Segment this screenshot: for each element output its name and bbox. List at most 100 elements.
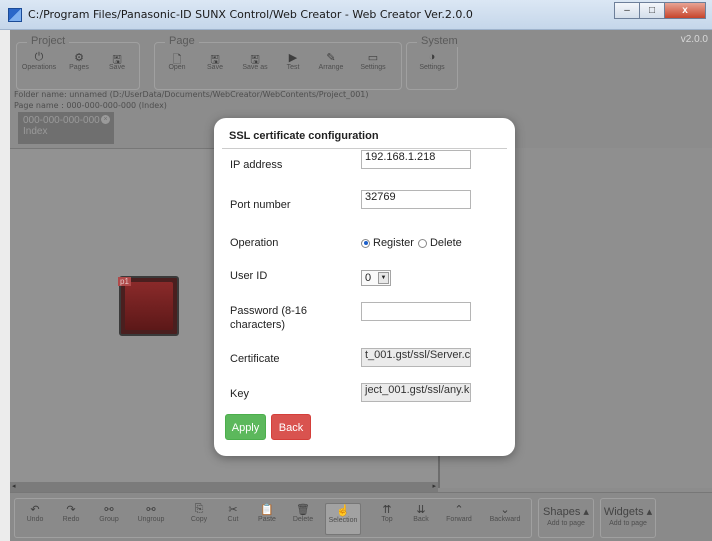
test-button[interactable]: ▶ Test xyxy=(275,51,311,71)
user-id-select[interactable]: 0 ▼ xyxy=(361,270,391,286)
register-label: Register xyxy=(373,237,414,249)
widgets-button[interactable]: Widgets ▴ Add to page xyxy=(600,498,656,538)
gear-icon: ⚙ xyxy=(74,52,84,64)
back-button[interactable]: Back xyxy=(271,414,311,440)
project-save-button[interactable]: 🖫 Save xyxy=(99,51,135,71)
save-as-button[interactable]: 🖫 Save as xyxy=(237,51,273,71)
window-controls: – □ x xyxy=(614,2,706,19)
system-group: System ◑ Settings xyxy=(406,35,462,90)
scroll-left-icon[interactable]: ◂ xyxy=(12,482,16,490)
copy-button[interactable]: ⎘ Copy xyxy=(183,503,215,523)
undo-button[interactable]: ↶ Undo xyxy=(19,503,51,523)
monitor-icon: ▭ xyxy=(367,52,379,64)
save-icon: 🖫 xyxy=(210,54,220,66)
operation-label: Operation xyxy=(230,237,279,249)
chevron-down-icon: ▼ xyxy=(378,272,389,284)
ungroup-button[interactable]: ⚯ Ungroup xyxy=(135,503,167,523)
user-id-value: 0 xyxy=(365,272,372,284)
top-button[interactable]: ⇈ Top xyxy=(371,503,403,523)
widget-face xyxy=(125,282,173,330)
operations-button[interactable]: ⏻ Operations xyxy=(21,51,57,71)
group-icon: ⚯ xyxy=(104,504,114,516)
key-field[interactable]: ject_001.gst/ssl/any.key xyxy=(361,383,471,402)
close-tab-icon[interactable]: × xyxy=(101,115,110,124)
page-tab[interactable]: 000-000-000-000 Index × xyxy=(18,112,114,144)
minimize-button[interactable]: – xyxy=(614,2,640,19)
selection-button[interactable]: ☝ Selection xyxy=(325,503,361,535)
widgets-sub: Add to page xyxy=(609,520,647,527)
system-settings-button[interactable]: ◑ Settings xyxy=(414,51,450,71)
page-group: Page 🗋 Open 🖫 Save 🖫 Save as ▶ Test ✎ Arrange… xyxy=(154,35,402,90)
edit-icon: ✎ xyxy=(326,52,336,64)
open-button[interactable]: 🗋 Open xyxy=(159,51,195,71)
group-button[interactable]: ⚯ Group xyxy=(93,503,125,523)
paste-button[interactable]: 📋 Paste xyxy=(251,503,283,523)
certificate-label: Certificate xyxy=(230,353,280,365)
pages-button[interactable]: ⚙ Pages xyxy=(61,51,97,71)
bottom-toolbar: ↶ Undo ↷ Redo ⚯ Group ⚯ Ungroup ⎘ Copy ✂ Cut 📋… xyxy=(10,492,712,541)
scissors-icon: ✂ xyxy=(228,504,238,516)
delete-button[interactable]: 🗑 Delete xyxy=(287,503,319,523)
play-icon: ▶ xyxy=(288,52,298,64)
apply-button[interactable]: Apply xyxy=(225,414,266,440)
hand-pointer-icon: ☝ xyxy=(336,505,350,517)
system-group-title: System xyxy=(417,35,462,47)
arrange-button[interactable]: ✎ Arrange xyxy=(313,51,349,71)
register-radio[interactable] xyxy=(361,238,370,248)
undo-icon: ↶ xyxy=(30,504,40,516)
save-as-icon: 🖫 xyxy=(250,54,260,66)
file-icon: 🗋 xyxy=(172,54,182,66)
forward-button[interactable]: ⌃ Forward xyxy=(443,503,475,523)
trash-icon: 🗑 xyxy=(296,504,310,516)
shapes-sub: Add to page xyxy=(547,520,585,527)
password-label: Password (8-16 characters) xyxy=(230,305,308,331)
page-group-title: Page xyxy=(165,35,199,47)
copy-icon: ⎘ xyxy=(194,503,204,515)
project-group-title: Project xyxy=(27,35,70,47)
scroll-right-icon[interactable]: ▸ xyxy=(432,482,436,490)
app-icon xyxy=(8,8,22,22)
clipboard-icon: 📋 xyxy=(260,504,274,516)
widgets-label: Widgets ▴ xyxy=(603,506,653,518)
delete-radio[interactable] xyxy=(417,238,427,248)
redo-button[interactable]: ↷ Redo xyxy=(55,503,87,523)
user-id-label: User ID xyxy=(230,270,268,282)
version-label: v2.0.0 xyxy=(680,34,708,45)
page-tab-name: Index xyxy=(23,126,48,137)
ip-address-input[interactable]: 192.168.1.218 xyxy=(361,150,471,169)
project-group: Project ⏻ Operations ⚙ Pages 🖫 Save xyxy=(16,35,140,90)
power-icon: ⏻ xyxy=(34,51,44,63)
shapes-label: Shapes ▴ xyxy=(543,506,589,518)
shapes-button[interactable]: Shapes ▴ Add to page xyxy=(538,498,594,538)
window-title: C:/Program Files/Panasonic-ID SUNX Contr… xyxy=(28,8,473,21)
certificate-field[interactable]: t_001.gst/ssl/Server.cer xyxy=(361,348,471,367)
delete-label: Delete xyxy=(429,237,462,249)
widget-label: p1 xyxy=(118,277,131,286)
key-label: Key xyxy=(230,388,249,400)
ungroup-icon: ⚯ xyxy=(146,504,156,516)
horizontal-scrollbar[interactable]: ◂ ▸ xyxy=(10,482,438,492)
folder-info: Folder name: unnamed (D:/UserData/Docume… xyxy=(14,90,369,99)
port-number-label: Port number xyxy=(230,199,291,211)
page-settings-button[interactable]: ▭ Settings xyxy=(355,51,391,71)
close-window-button[interactable]: x xyxy=(664,2,706,19)
edit-tools-group: ↶ Undo ↷ Redo ⚯ Group ⚯ Ungroup ⎘ Copy ✂ Cut 📋… xyxy=(14,498,532,538)
page-tab-id: 000-000-000-000 xyxy=(23,115,100,126)
redo-icon: ↷ xyxy=(66,504,76,516)
backward-button[interactable]: ⌄ Backward xyxy=(485,503,525,523)
cut-button[interactable]: ✂ Cut xyxy=(217,503,249,523)
port-number-input[interactable]: 32769 xyxy=(361,190,471,209)
maximize-button[interactable]: □ xyxy=(639,2,665,19)
page-info: Page name : 000-000-000-000 (Index) xyxy=(14,101,167,110)
password-input[interactable] xyxy=(361,302,471,321)
ip-address-label: IP address xyxy=(230,159,283,171)
page-save-button[interactable]: 🖫 Save xyxy=(197,51,233,71)
save-icon: 🖫 xyxy=(112,54,122,66)
operation-radio-group: Register Delete xyxy=(361,237,462,249)
window-title-bar: C:/Program Files/Panasonic-ID SUNX Contr… xyxy=(0,0,712,30)
down-icon: ⌄ xyxy=(500,504,510,516)
double-up-icon: ⇈ xyxy=(382,504,392,516)
ssl-config-dialog: SSL certificate configuration IP address… xyxy=(214,118,515,456)
back-order-button[interactable]: ⇊ Back xyxy=(405,503,437,523)
double-down-icon: ⇊ xyxy=(416,504,426,516)
